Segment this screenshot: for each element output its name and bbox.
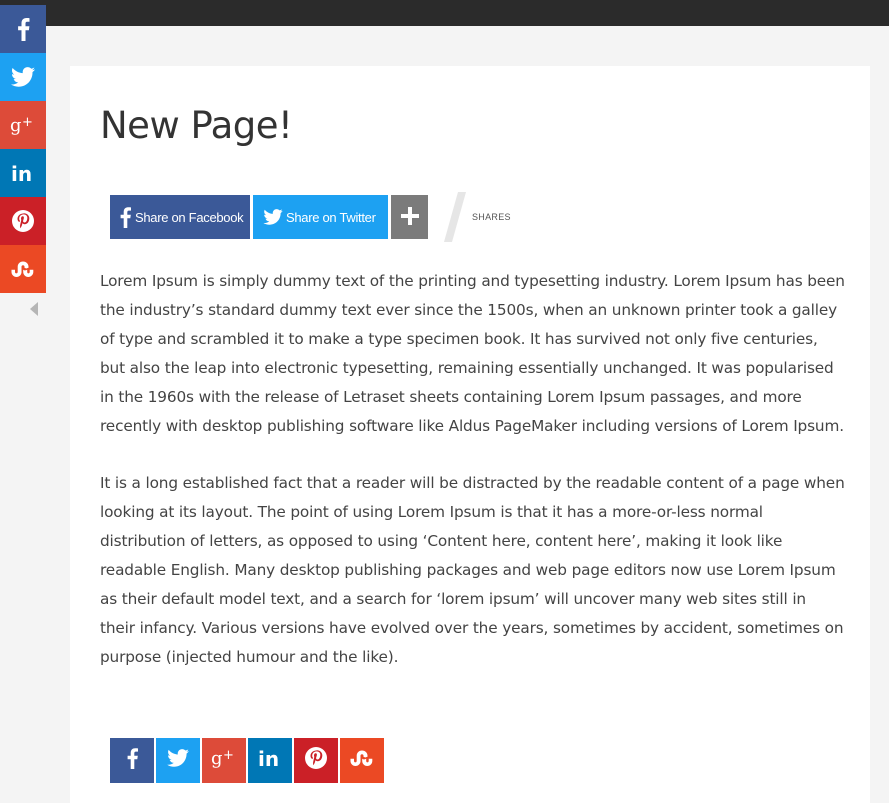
article-body: Lorem Ipsum is simply dummy text of the …: [100, 267, 845, 700]
floating-share-pinterest-button[interactable]: [0, 197, 46, 245]
stumbleupon-icon: [10, 259, 36, 279]
bottom-share-pinterest-button[interactable]: [294, 738, 338, 783]
twitter-icon: [263, 209, 283, 225]
pinterest-icon: [304, 746, 328, 775]
svg-text:+: +: [22, 115, 33, 130]
googleplus-icon: g +: [211, 748, 237, 773]
googleplus-icon: g +: [10, 115, 36, 135]
share-on-twitter-button[interactable]: Share on Twitter: [253, 195, 388, 239]
floating-share-linkedin-button[interactable]: in: [0, 149, 46, 197]
main-content-card: New Page! Share on Facebook Share on Twi…: [70, 66, 870, 803]
chevron-left-icon[interactable]: [30, 302, 38, 316]
svg-text:g: g: [10, 115, 22, 135]
linkedin-icon: in: [258, 747, 282, 773]
pinterest-icon: [11, 209, 35, 233]
linkedin-icon: in: [11, 163, 35, 183]
facebook-icon: [118, 206, 132, 228]
article-paragraph: Lorem Ipsum is simply dummy text of the …: [100, 272, 845, 435]
floating-share-bar: g + in: [0, 5, 46, 293]
svg-text:in: in: [11, 163, 32, 183]
article-paragraph: It is a long established fact that a rea…: [100, 474, 845, 666]
plus-icon: [400, 206, 420, 229]
facebook-icon: [125, 747, 139, 774]
bottom-share-stumbleupon-button[interactable]: [340, 738, 384, 783]
share-on-twitter-label: Share on Twitter: [286, 209, 376, 225]
share-button-row: Share on Facebook Share on Twitter SHARE…: [110, 192, 511, 242]
bottom-share-twitter-button[interactable]: [156, 738, 200, 783]
bottom-share-linkedin-button[interactable]: in: [248, 738, 292, 783]
floating-share-twitter-button[interactable]: [0, 53, 46, 101]
divider-slash: [444, 192, 466, 242]
more-share-options-button[interactable]: [391, 195, 428, 239]
floating-share-googleplus-button[interactable]: g +: [0, 101, 46, 149]
floating-share-stumbleupon-button[interactable]: [0, 245, 46, 293]
page-title: New Page!: [100, 104, 293, 147]
share-on-facebook-button[interactable]: Share on Facebook: [110, 195, 250, 239]
bottom-share-googleplus-button[interactable]: g +: [202, 738, 246, 783]
facebook-icon: [12, 17, 34, 41]
bottom-share-bar: g + in: [110, 738, 386, 783]
twitter-icon: [167, 749, 189, 772]
bottom-share-facebook-button[interactable]: [110, 738, 154, 783]
stumbleupon-icon: [349, 748, 375, 773]
share-on-facebook-label: Share on Facebook: [135, 209, 244, 225]
twitter-icon: [11, 67, 35, 87]
svg-text:g: g: [211, 748, 223, 768]
floating-share-facebook-button[interactable]: [0, 5, 46, 53]
shares-label: SHARES: [472, 212, 511, 222]
svg-text:in: in: [258, 748, 279, 768]
top-navigation-bar: [0, 0, 889, 26]
svg-text:+: +: [223, 748, 234, 763]
